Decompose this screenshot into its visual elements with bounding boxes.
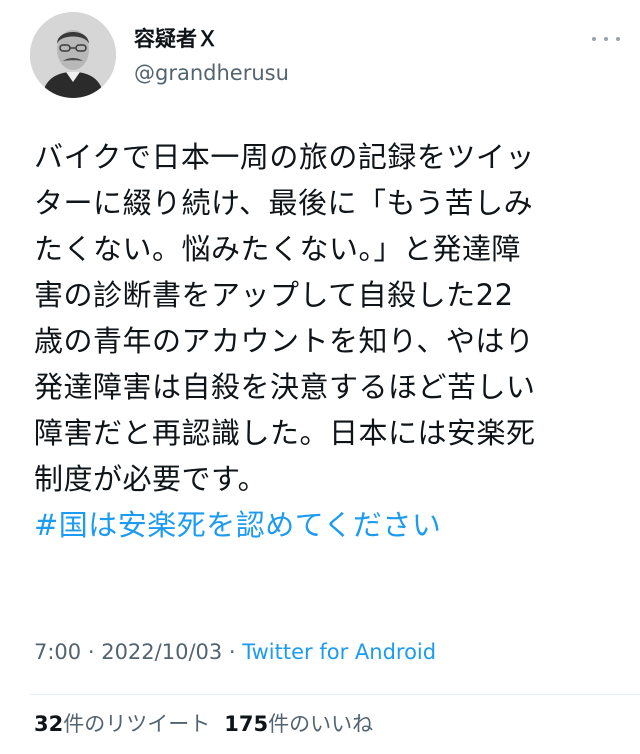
tweet-text-line: 害の診断書をアップして自殺した22: [34, 278, 514, 312]
tweet-text-line: たくない。悩みたくない。」と発達障: [34, 232, 522, 266]
likes-label: 件のいいね: [268, 712, 374, 736]
likes-stat[interactable]: 175件のいいね: [224, 710, 373, 738]
tweet-text: バイクで日本一周の旅の記録をツイッ ターに綴り続け、最後に「もう苦しみ たくない…: [34, 134, 614, 548]
more-dot: [592, 37, 596, 41]
tweet-text-line: ターに綴り続け、最後に「もう苦しみ: [34, 186, 534, 220]
tweet-stats: 32件のリツイート 175件のいいね: [34, 710, 387, 738]
meta-separator: ·: [81, 640, 102, 664]
meta-separator: ·: [222, 640, 243, 664]
author-display-name[interactable]: 容疑者Ｘ: [134, 26, 289, 52]
tweet-header: 容疑者Ｘ @grandherusu: [30, 12, 620, 100]
author-names: 容疑者Ｘ @grandherusu: [134, 26, 289, 86]
tweet-meta: 7:00 · 2022/10/03 · Twitter for Android: [34, 638, 436, 666]
hashtag-link[interactable]: #国は安楽死を認めてください: [34, 502, 614, 548]
user-avatar-icon[interactable]: [30, 12, 116, 98]
more-dot: [616, 37, 620, 41]
tweet-text-line: 発達障害は自殺を決意するほど苦しい: [34, 370, 536, 404]
divider: [30, 694, 640, 695]
tweet-text-line: バイクで日本一周の旅の記録をツイッ: [34, 140, 535, 174]
tweet-card: 容疑者Ｘ @grandherusu バイクで日本一周の旅の記録をツイッ ターに綴…: [0, 0, 640, 754]
tweet-date[interactable]: 2022/10/03: [101, 640, 222, 664]
tweet-time[interactable]: 7:00: [34, 640, 81, 664]
author-handle: @grandherusu: [134, 61, 289, 85]
tweet-text-line: 歳の青年のアカウントを知り、やはり: [34, 324, 535, 358]
retweets-label: 件のリツイート: [63, 712, 211, 736]
retweets-stat[interactable]: 32件のリツイート: [34, 710, 210, 738]
retweets-count: 32: [34, 712, 64, 736]
more-dot: [604, 37, 608, 41]
tweet-source-link[interactable]: Twitter for Android: [242, 640, 436, 664]
tweet-text-line: 制度が必要です。: [34, 462, 268, 496]
likes-count: 175: [224, 712, 269, 736]
tweet-text-line: 障害だと再認識した。日本には安楽死: [34, 416, 536, 450]
more-options-icon[interactable]: [592, 32, 620, 46]
